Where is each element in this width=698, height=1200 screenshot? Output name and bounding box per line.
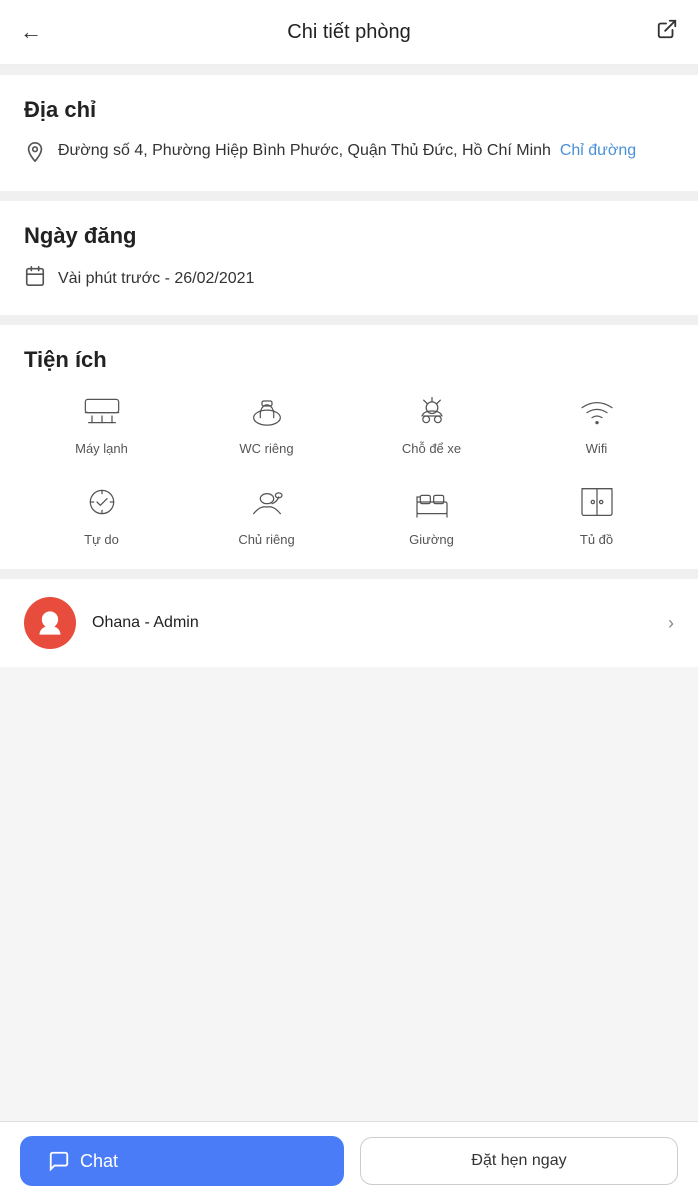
wc-rieng-icon	[241, 389, 293, 433]
contact-avatar	[24, 597, 76, 649]
amenity-may-lanh: Máy lạnh	[24, 389, 179, 456]
bottom-spacer	[0, 667, 698, 767]
share-button[interactable]	[656, 18, 678, 46]
section-divider-top	[0, 65, 698, 75]
back-button[interactable]: ←	[20, 19, 42, 45]
calendar-icon	[24, 265, 46, 293]
section-divider-2	[0, 315, 698, 325]
amenity-chu-rieng: Chủ riêng	[189, 480, 344, 547]
amenities-title: Tiện ích	[24, 347, 674, 373]
chu-rieng-icon	[241, 480, 293, 524]
amenity-tu-do-quan-ao: Tủ đồ	[519, 480, 674, 547]
chat-button[interactable]: Chat	[20, 1136, 344, 1186]
wc-rieng-label: WC riêng	[239, 441, 293, 456]
location-icon	[24, 141, 46, 169]
page-title: Chi tiết phòng	[287, 21, 410, 44]
date-title: Ngày đăng	[24, 223, 674, 249]
wifi-label: Wifi	[586, 441, 608, 456]
directions-link[interactable]: Chỉ đường	[560, 142, 636, 159]
tu-do-icon	[76, 480, 128, 524]
wifi-icon	[571, 389, 623, 433]
giuong-label: Giường	[409, 532, 454, 547]
header: ← Chi tiết phòng	[0, 0, 698, 65]
cho-de-xe-icon	[406, 389, 458, 433]
address-section: Địa chỉ Đường số 4, Phường Hiệp Bình Phư…	[0, 75, 698, 191]
giuong-icon	[406, 480, 458, 524]
contact-name: Ohana - Admin	[92, 614, 199, 632]
chevron-right-icon: ›	[668, 613, 674, 634]
amenities-section: Tiện ích Máy lạnh WC riêng	[0, 325, 698, 569]
date-row: Vài phút trước - 26/02/2021	[24, 265, 674, 293]
may-lanh-label: Máy lạnh	[75, 441, 128, 456]
amenity-tu-do: Tự do	[24, 480, 179, 547]
address-row: Đường số 4, Phường Hiệp Bình Phước, Quận…	[24, 139, 674, 169]
address-title: Địa chỉ	[24, 97, 674, 123]
chat-label: Chat	[80, 1151, 118, 1172]
address-text: Đường số 4, Phường Hiệp Bình Phước, Quận…	[58, 139, 636, 163]
tu-do-quan-ao-icon	[571, 480, 623, 524]
amenities-grid: Máy lạnh WC riêng	[24, 389, 674, 547]
amenity-wifi: Wifi	[519, 389, 674, 456]
section-divider-1	[0, 191, 698, 201]
cho-de-xe-label: Chỗ để xe	[402, 441, 461, 456]
tu-do-quan-ao-label: Tủ đồ	[580, 532, 613, 547]
chu-rieng-label: Chủ riêng	[238, 532, 294, 547]
amenity-cho-de-xe: Chỗ để xe	[354, 389, 509, 456]
bottom-bar: Chat Đặt hẹn ngay	[0, 1121, 698, 1200]
book-button[interactable]: Đặt hẹn ngay	[360, 1137, 678, 1185]
contact-row[interactable]: Ohana - Admin ›	[0, 569, 698, 667]
book-label: Đặt hẹn ngay	[471, 1152, 566, 1169]
amenity-giuong: Giường	[354, 480, 509, 547]
chat-icon	[48, 1150, 70, 1172]
date-text: Vài phút trước - 26/02/2021	[58, 270, 254, 288]
amenity-wc-rieng: WC riêng	[189, 389, 344, 456]
may-lanh-icon	[76, 389, 128, 433]
date-section: Ngày đăng Vài phút trước - 26/02/2021	[0, 201, 698, 315]
tu-do-label: Tự do	[84, 532, 119, 547]
